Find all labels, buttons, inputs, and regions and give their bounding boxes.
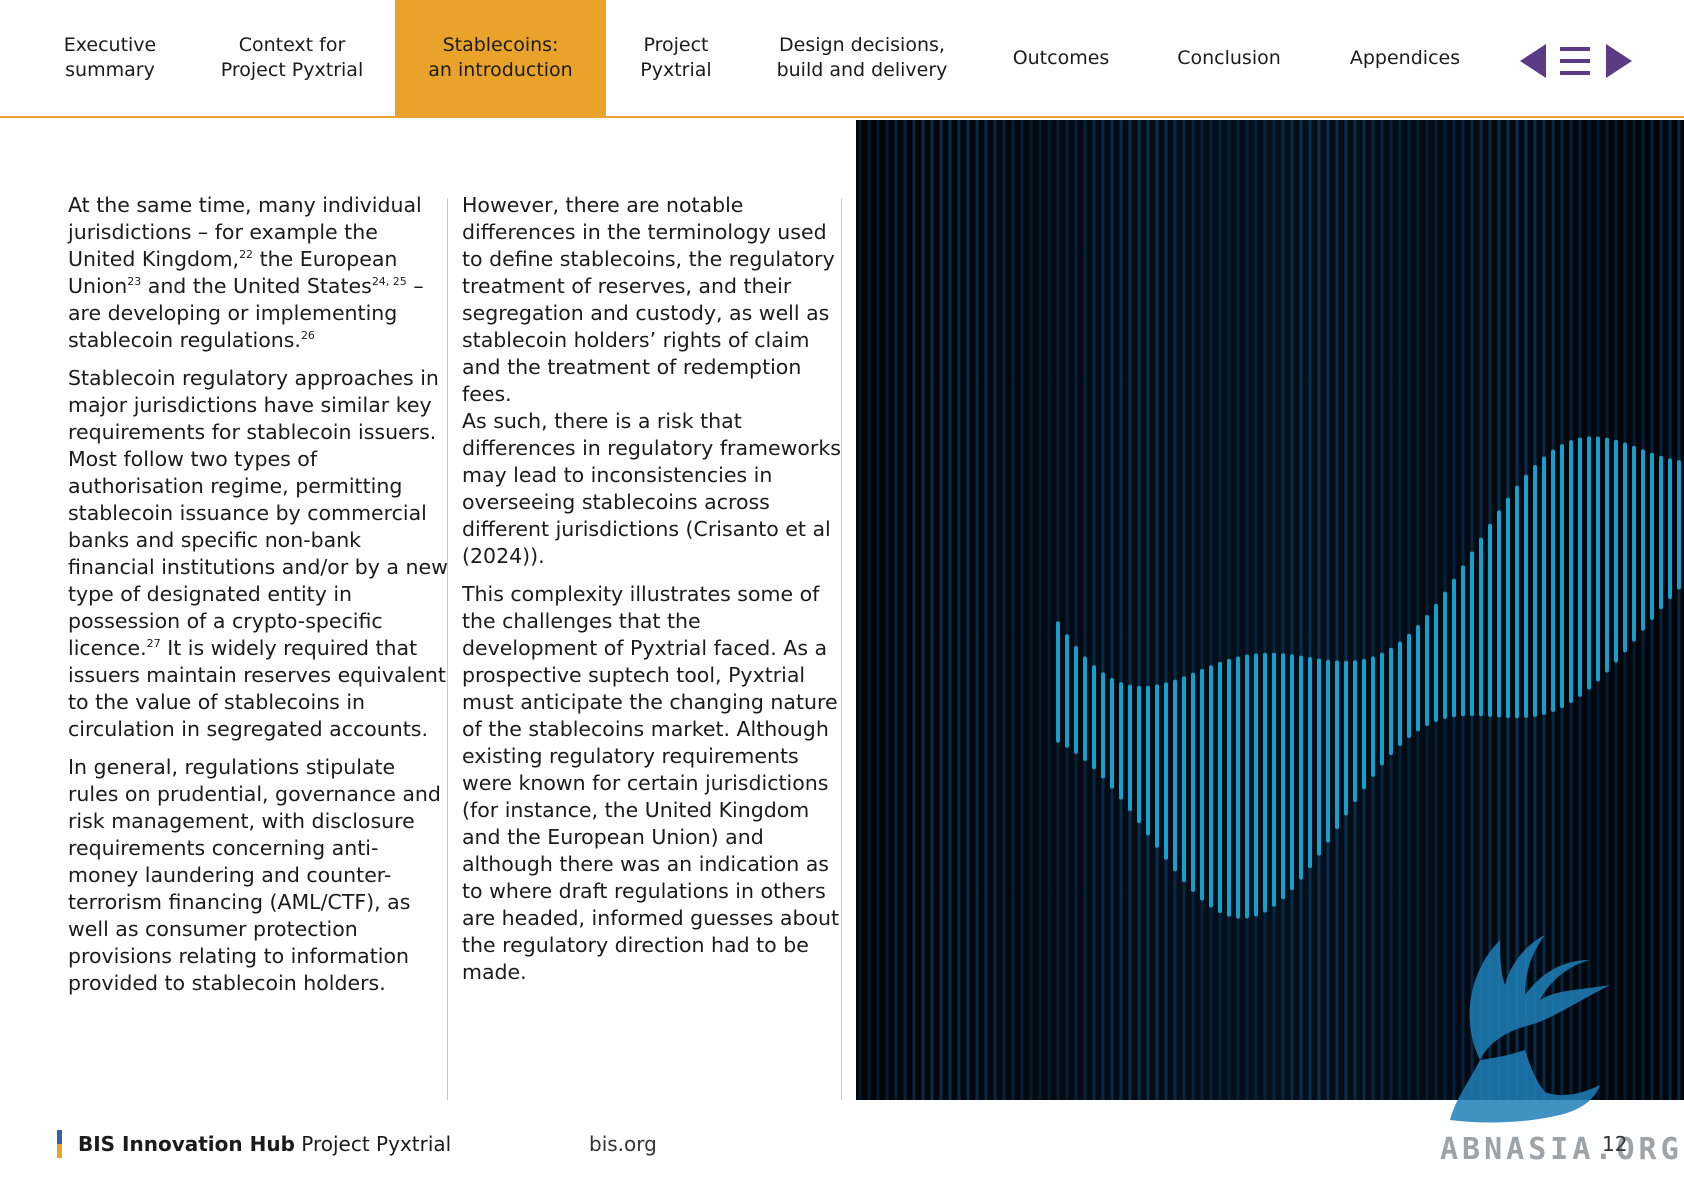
- page-number: 12: [1602, 1132, 1628, 1156]
- paragraph: At the same time, many individual jurisd…: [68, 193, 424, 352]
- triangle-right-icon[interactable]: [1606, 44, 1632, 78]
- footnote-ref[interactable]: 23: [127, 275, 141, 288]
- footnote-ref[interactable]: 22: [239, 248, 253, 261]
- paragraph: However, there are notable differences i…: [462, 193, 835, 406]
- body-column-left: At the same time, many individual jurisd…: [68, 192, 448, 1008]
- footnote-ref[interactable]: 24, 25: [372, 275, 407, 288]
- paragraph: As such, there is a risk that difference…: [462, 409, 841, 568]
- footer-brand: BIS Innovation Hub Project Pyxtrial: [78, 1132, 452, 1156]
- paragraph: Stablecoin regulatory approaches in majo…: [68, 366, 448, 741]
- tab-project-pyxtrial[interactable]: Project Pyxtrial: [620, 0, 732, 116]
- triangle-left-icon[interactable]: [1520, 44, 1546, 78]
- tab-outcomes[interactable]: Outcomes: [990, 0, 1132, 116]
- tab-appendices[interactable]: Appendices: [1330, 0, 1480, 116]
- column-divider: [447, 198, 448, 1100]
- griffin-logo-icon: [1450, 935, 1610, 1123]
- column-divider: [841, 198, 842, 1100]
- body-column-right: However, there are notable differences i…: [462, 192, 842, 997]
- page-footer: BIS Innovation Hub Project Pyxtrial bis.…: [0, 1128, 1684, 1164]
- brand-color-bar: [57, 1130, 62, 1158]
- top-navigation: Executive summary Context for Project Py…: [0, 0, 1684, 118]
- tab-conclusion[interactable]: Conclusion: [1160, 0, 1298, 116]
- footnote-ref[interactable]: 27: [147, 637, 161, 650]
- tab-design-decisions[interactable]: Design decisions, build and delivery: [755, 0, 969, 116]
- footnote-ref[interactable]: 26: [301, 329, 315, 342]
- paragraph: This complexity illustrates some of the …: [462, 582, 840, 984]
- tab-context-for-project-pyxtrial[interactable]: Context for Project Pyxtrial: [200, 0, 384, 116]
- footer-site-link[interactable]: bis.org: [589, 1132, 657, 1156]
- paragraph: In general, regulations stipulate rules …: [68, 755, 441, 995]
- tab-executive-summary[interactable]: Executive summary: [40, 0, 180, 116]
- tab-stablecoins-introduction[interactable]: Stablecoins: an introduction: [395, 0, 606, 116]
- hamburger-menu-icon[interactable]: [1560, 47, 1590, 75]
